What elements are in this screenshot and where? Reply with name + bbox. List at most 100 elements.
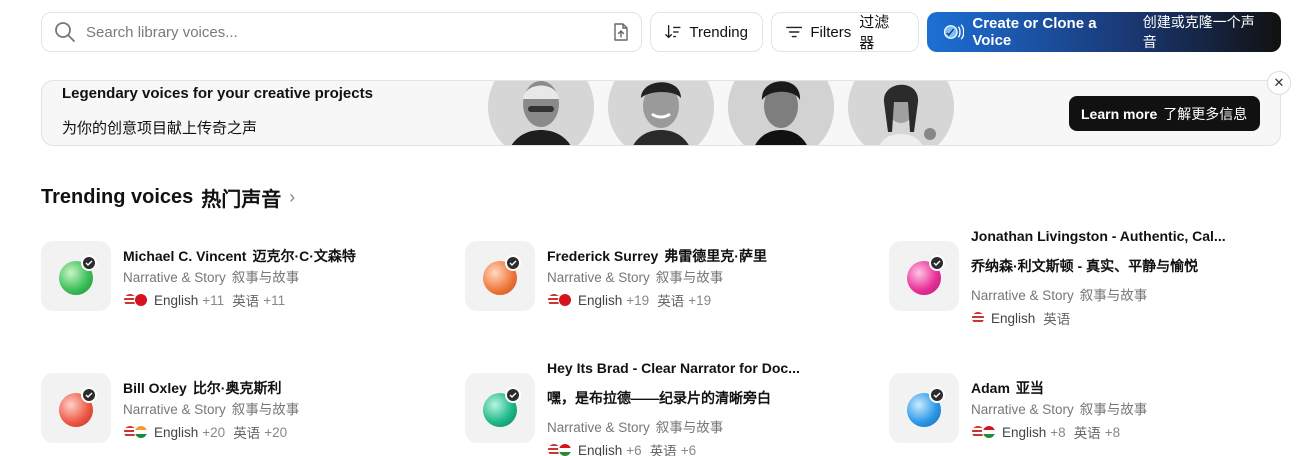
verified-badge-icon (505, 387, 521, 403)
category-zh: 叙事与故事 (231, 402, 300, 417)
close-icon: ✕ (1273, 75, 1285, 90)
search-icon (55, 22, 75, 42)
category-en: Narrative & Story (971, 402, 1074, 417)
voice-languages: English +8 英语 +8 (971, 422, 1120, 442)
voice-name-en: Jonathan Livingston - Authentic, Cal... (971, 228, 1226, 244)
legend-portrait-4[interactable] (848, 81, 954, 145)
voice-name-en: Hey Its Brad - Clear Narrator for Doc... (547, 360, 800, 376)
voice-avatar (41, 373, 111, 443)
legend-portrait-1[interactable] (488, 81, 594, 145)
voice-name: Michael C. Vincent 迈克尔·C·文森特 (123, 246, 356, 266)
chevron-right-icon: › (289, 187, 296, 207)
voice-avatar (465, 373, 535, 443)
voice-card[interactable]: Hey Its Brad - Clear Narrator for Doc...… (465, 354, 865, 456)
verified-badge-icon (81, 255, 97, 271)
category-en: Narrative & Story (123, 402, 226, 417)
language-more-zh: +6 (680, 442, 697, 456)
learn-more-label: Learn more (1081, 105, 1158, 122)
trending-label: Trending (689, 23, 748, 41)
language-more-zh: +11 (263, 292, 286, 308)
language-more-zh: +20 (264, 424, 288, 440)
legend-portrait-3[interactable] (728, 81, 834, 145)
legend-portrait-2[interactable] (608, 81, 714, 145)
voice-name-zh: 乔纳森·利文斯顿 - 真实、平静与愉悦 (971, 258, 1199, 274)
search-input[interactable] (86, 23, 613, 41)
voice-name-zh: 比尔·奥克斯利 (192, 380, 282, 396)
category-zh: 叙事与故事 (655, 420, 724, 435)
close-banner-button[interactable]: ✕ (1267, 71, 1291, 95)
create-label: Create or Clone a Voice (972, 15, 1097, 49)
voice-languages: English 英语 (971, 308, 1070, 328)
voice-category: Narrative & Story 叙事与故事 (971, 284, 1147, 304)
voice-clone-icon (943, 24, 965, 40)
category-zh: 叙事与故事 (655, 270, 724, 285)
voice-category: Narrative & Story 叙事与故事 (971, 398, 1147, 418)
trending-sort-button[interactable]: Trending (650, 12, 763, 52)
category-zh: 叙事与故事 (1079, 402, 1148, 417)
voice-languages: English +20 英语 +20 (123, 422, 287, 442)
audio-file-upload-icon[interactable] (613, 23, 629, 41)
verified-badge-icon (81, 387, 97, 403)
voice-languages: English +6 英语 +6 (547, 440, 696, 456)
language-zh: 英语 (232, 294, 260, 309)
legendary-voices-banner[interactable]: Legendary voices for your creative proje… (41, 80, 1281, 146)
voice-card[interactable]: Adam 亚当 Narrative & Story 叙事与故事 English +8 英… (889, 372, 1289, 456)
language-flag-icon (134, 425, 148, 439)
voice-name: Frederick Surrey 弗雷德里克·萨里 (547, 246, 767, 266)
voice-name-en: Frederick Surrey (547, 248, 659, 264)
voice-card[interactable]: Michael C. Vincent 迈克尔·C·文森特 Narrative & … (41, 240, 441, 330)
category-zh: 叙事与故事 (231, 270, 300, 285)
voice-card[interactable]: Jonathan Livingston - Authentic, Cal... … (889, 222, 1289, 327)
category-en: Narrative & Story (547, 420, 650, 435)
language-zh: 英语 (1073, 426, 1101, 441)
language-zh: 英语 (233, 426, 261, 441)
voice-name-en: Michael C. Vincent (123, 248, 247, 264)
language-more-zh: +19 (688, 292, 712, 308)
voice-name-en: Bill Oxley (123, 380, 187, 396)
trending-voices-heading[interactable]: Trending voices 热门声音 › (41, 183, 295, 212)
voice-name-zh: 亚当 (1015, 380, 1044, 396)
category-en: Narrative & Story (971, 288, 1074, 303)
create-clone-voice-button[interactable]: Create or Clone a Voice 创建或克隆一个声音 (927, 12, 1281, 52)
create-label-zh: 创建或克隆一个声音 (1142, 14, 1255, 50)
section-title-zh: 热门声音 (201, 189, 282, 211)
voice-avatar (41, 241, 111, 311)
voice-name-zh: 嘿，是布拉德——纪录片的清晰旁白 (547, 390, 771, 406)
language-more: +6 (626, 442, 642, 456)
voice-name: Adam 亚当 (971, 378, 1044, 398)
sort-icon (665, 24, 681, 39)
learn-more-button[interactable]: Learn more 了解更多信息 (1069, 96, 1260, 131)
voice-languages: English +11 英语 +11 (123, 290, 285, 310)
banner-subtitle: 为你的创意项目献上传奇之声 (62, 120, 258, 137)
language-en: English (991, 310, 1036, 326)
voice-name: Bill Oxley 比尔·奥克斯利 (123, 378, 281, 398)
voice-avatar (889, 373, 959, 443)
language-en: English (578, 442, 623, 456)
filters-button[interactable]: Filters 过滤 器 (771, 12, 919, 52)
voice-name-zh: 弗雷德里克·萨里 (664, 248, 767, 264)
voice-avatar (465, 241, 535, 311)
voice-name-zh: 迈克尔·C·文森特 (252, 248, 356, 264)
language-flag-icon (134, 293, 148, 307)
language-en: English (154, 292, 199, 308)
voice-card[interactable]: Frederick Surrey 弗雷德里克·萨里 Narrative & Sto… (465, 240, 865, 330)
language-more: +19 (626, 292, 650, 308)
category-en: Narrative & Story (547, 270, 650, 285)
language-flag-icon (558, 293, 572, 307)
language-more: +8 (1050, 424, 1066, 440)
language-zh: 英语 (657, 294, 685, 309)
voice-languages: English +19 英语 +19 (547, 290, 711, 310)
voice-category: Narrative & Story 叙事与故事 (123, 398, 299, 418)
search-bar[interactable] (41, 12, 642, 52)
category-zh: 叙事与故事 (1079, 288, 1148, 303)
filters-label: Filters (810, 23, 852, 41)
language-en: English (578, 292, 623, 308)
language-more: +11 (202, 292, 225, 308)
voice-name-en: Adam (971, 380, 1010, 396)
voice-card[interactable]: Bill Oxley 比尔·奥克斯利 Narrative & Story 叙事与故事… (41, 372, 441, 456)
verified-badge-icon (929, 387, 945, 403)
voice-category: Narrative & Story 叙事与故事 (123, 266, 299, 286)
verified-badge-icon (505, 255, 521, 271)
category-en: Narrative & Story (123, 270, 226, 285)
language-more: +20 (202, 424, 226, 440)
